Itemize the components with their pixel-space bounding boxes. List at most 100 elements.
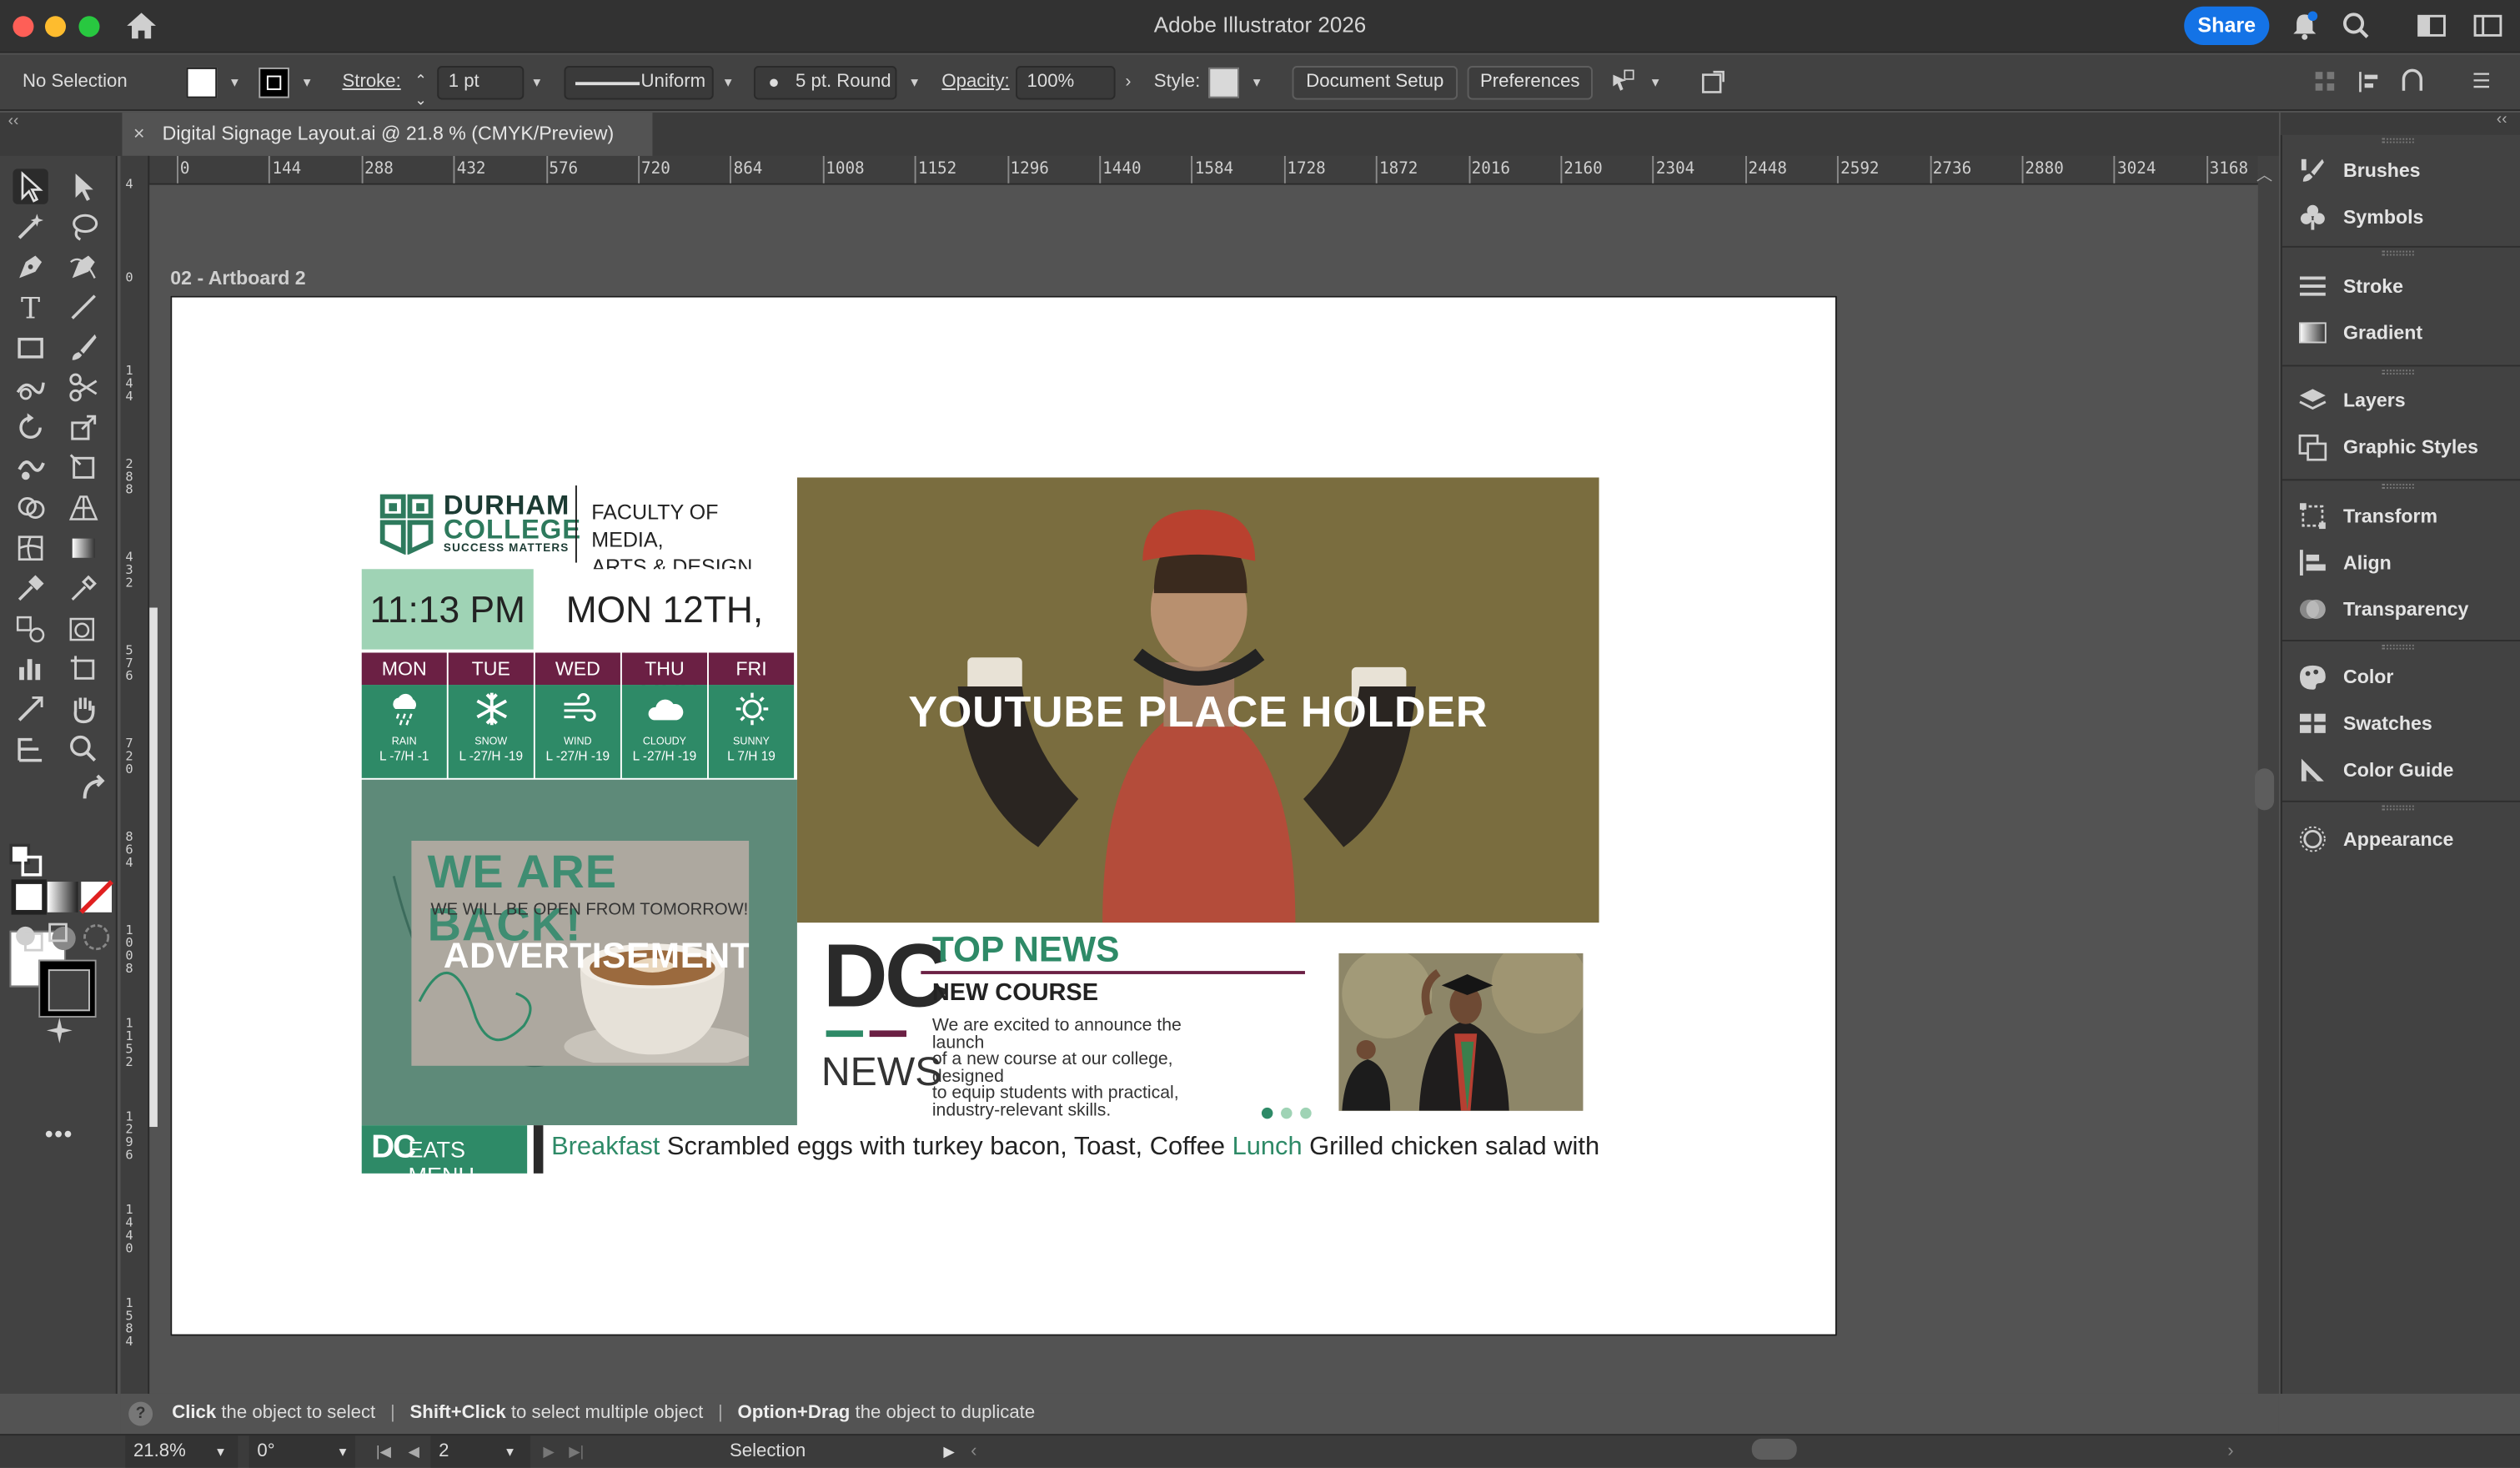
scale-tool-icon[interactable] xyxy=(66,410,101,445)
default-fill-stroke-icon[interactable] xyxy=(8,842,43,877)
opacity-label[interactable]: Opacity: xyxy=(941,55,1009,111)
panel-stroke[interactable]: Stroke xyxy=(2298,270,2507,303)
select-similar-dropdown-icon[interactable]: ▾ xyxy=(1646,55,1665,111)
document-tab[interactable]: × Digital Signage Layout.ai @ 21.8 % (CM… xyxy=(122,112,653,156)
fill-swatch[interactable] xyxy=(186,67,218,98)
stroke-color-swatch[interactable] xyxy=(38,959,97,1018)
shape-panel-icon[interactable] xyxy=(2398,68,2431,100)
scroll-right-icon[interactable]: › xyxy=(2227,1435,2233,1468)
panel-appearance[interactable]: Appearance xyxy=(2298,823,2507,856)
brush-dropdown-icon[interactable]: ▾ xyxy=(905,55,924,111)
edit-toolbar-icon[interactable] xyxy=(13,731,48,767)
opacity-expand-icon[interactable]: › xyxy=(1118,55,1137,111)
pagination-dot-active[interactable] xyxy=(1261,1107,1273,1119)
scroll-up-icon[interactable]: ︿ xyxy=(2256,161,2272,184)
color-mode-icon[interactable] xyxy=(11,879,47,915)
shape-builder-tool-icon[interactable] xyxy=(13,490,48,525)
clock-time[interactable]: 11:13 PM xyxy=(361,569,534,650)
panel-grip[interactable] xyxy=(2382,370,2414,375)
weather-forecast[interactable]: MON RAIN L -7/H -1 TUE SNOW L -27/H -19 … xyxy=(361,652,796,778)
brush-field[interactable]: 5 pt. Round xyxy=(753,66,897,100)
stroke-weight-dropdown-icon[interactable]: ▾ xyxy=(527,55,546,111)
collapse-toolbar-icon[interactable]: ‹‹ xyxy=(8,113,19,130)
shaper-tool-icon[interactable] xyxy=(13,370,48,405)
artboard-dropdown-icon[interactable]: ▾ xyxy=(506,1435,514,1468)
weather-day[interactable]: THU CLOUDY L -27/H -19 xyxy=(621,652,708,778)
vertical-scroll-thumb[interactable] xyxy=(2255,768,2275,811)
stroke-color-dropdown-icon[interactable]: ▾ xyxy=(298,55,317,111)
panel-swatches[interactable]: Swatches xyxy=(2298,707,2507,740)
free-transform-tool-icon[interactable] xyxy=(66,450,101,485)
draw-behind-icon[interactable] xyxy=(45,919,76,951)
swap-fill-stroke-icon[interactable] xyxy=(78,773,105,799)
gradient-tool-icon[interactable] xyxy=(66,530,101,566)
artboard-number-field[interactable]: 2 xyxy=(430,1435,531,1468)
panel-brushes[interactable]: Brushes xyxy=(2298,154,2507,187)
stroke-profile-dropdown-icon[interactable]: ▾ xyxy=(719,55,738,111)
panel-transparency[interactable]: Transparency xyxy=(2298,593,2507,626)
signage-layout[interactable]: DURHAM COLLEGE SUCCESS MATTERS FACULTY O… xyxy=(361,477,1599,1174)
panel-color[interactable]: Color xyxy=(2298,661,2507,693)
stroke-label[interactable]: Stroke: xyxy=(343,55,401,111)
next-artboard-icon[interactable]: ▶ xyxy=(543,1435,554,1468)
share-button[interactable]: Share xyxy=(2184,6,2270,45)
news-pagination[interactable] xyxy=(1261,1098,1319,1127)
scissors-tool-icon[interactable] xyxy=(66,370,101,405)
first-artboard-icon[interactable]: |◀ xyxy=(376,1435,391,1468)
panel-grip[interactable] xyxy=(2382,484,2414,489)
live-paint-selection-icon[interactable] xyxy=(66,611,101,646)
fill-dropdown-icon[interactable]: ▾ xyxy=(225,55,244,111)
rotation-dropdown-icon[interactable]: ▾ xyxy=(339,1435,347,1468)
perspective-grid-tool-icon[interactable] xyxy=(66,490,101,525)
pagination-dot[interactable] xyxy=(1281,1107,1293,1119)
horizontal-ruler[interactable]: 0 144 288 432 576 720 864 1008 1152 1296 1440 1584 1… xyxy=(149,155,2258,185)
pen-tool-icon[interactable] xyxy=(13,249,48,284)
clock-date[interactable]: MON 12TH, JAN xyxy=(533,569,796,711)
arrange-documents-icon[interactable] xyxy=(2472,10,2504,43)
align-panel-icon[interactable] xyxy=(2311,68,2343,100)
panel-menu-icon[interactable] xyxy=(2468,68,2501,100)
column-graph-tool-icon[interactable] xyxy=(13,651,48,686)
last-artboard-icon[interactable]: ▶| xyxy=(569,1435,584,1468)
collapse-panels-icon[interactable]: ‹‹ xyxy=(2497,111,2507,128)
transform-panel-icon[interactable] xyxy=(2354,68,2387,100)
style-swatch[interactable] xyxy=(1208,67,1239,98)
help-icon[interactable]: ? xyxy=(128,1401,153,1426)
artboard-label[interactable]: 02 - Artboard 2 xyxy=(170,267,305,289)
lasso-tool-icon[interactable] xyxy=(66,209,101,244)
curvature-tool-icon[interactable] xyxy=(66,249,101,284)
generative-tools-icon[interactable] xyxy=(42,1013,77,1048)
stroke-weight-field[interactable]: 1 pt xyxy=(437,66,525,100)
opacity-field[interactable]: 100% xyxy=(1016,66,1116,100)
panel-symbols[interactable]: Symbols xyxy=(2298,201,2507,234)
stroke-profile-field[interactable]: Uniform xyxy=(564,66,714,100)
gradient-mode-icon[interactable] xyxy=(45,879,78,912)
panel-grip[interactable] xyxy=(2382,644,2414,650)
panel-gradient[interactable]: Gradient xyxy=(2298,317,2507,349)
notifications-icon[interactable] xyxy=(2288,10,2321,43)
eyedropper-tool-icon[interactable] xyxy=(13,571,48,606)
rotate-tool-icon[interactable] xyxy=(13,410,48,445)
logo-header[interactable]: DURHAM COLLEGE SUCCESS MATTERS FACULTY O… xyxy=(361,477,796,579)
close-tab-button[interactable]: × xyxy=(133,113,145,156)
measure-tool-icon[interactable] xyxy=(66,571,101,606)
panel-align[interactable]: Align xyxy=(2298,546,2507,579)
direct-selection-tool-icon[interactable] xyxy=(66,168,101,204)
weather-day[interactable]: MON RAIN L -7/H -1 xyxy=(361,652,447,778)
panel-grip[interactable] xyxy=(2382,250,2414,256)
panel-grip[interactable] xyxy=(2382,138,2414,143)
paintbrush-tool-icon[interactable] xyxy=(66,329,101,364)
zoom-tool-icon[interactable] xyxy=(66,731,101,767)
more-tools-icon[interactable]: ••• xyxy=(45,1120,73,1146)
vertical-ruler[interactable]: 4 0 144 288 432 576 720 864 1008 1152 1296 1440 1584 xyxy=(120,155,150,1394)
horizontal-scroll-thumb[interactable] xyxy=(1751,1438,1797,1460)
panel-grip[interactable] xyxy=(2382,805,2414,811)
weather-day[interactable]: WED WIND L -27/H -19 xyxy=(535,652,620,778)
zoom-dropdown-icon[interactable]: ▾ xyxy=(217,1435,224,1468)
panel-color-guide[interactable]: Color Guide xyxy=(2298,754,2507,787)
rectangle-tool-icon[interactable] xyxy=(13,329,48,364)
panel-graphic-styles[interactable]: Graphic Styles xyxy=(2298,431,2507,464)
select-similar-icon[interactable] xyxy=(1609,68,1641,100)
isolate-icon[interactable] xyxy=(1699,68,1731,100)
panel-transform[interactable]: Transform xyxy=(2298,500,2507,532)
